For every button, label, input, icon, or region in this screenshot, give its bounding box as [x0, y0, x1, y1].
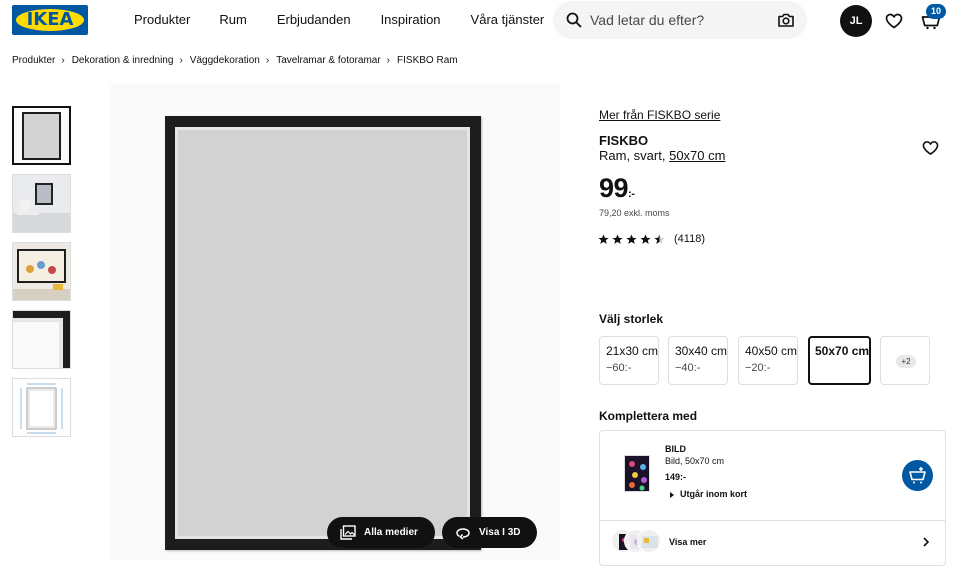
nav-erbjudanden[interactable]: Erbjudanden	[277, 12, 351, 28]
size-label: 40x50 cm	[745, 344, 798, 358]
header: IKEA Produkter Rum Erbjudanden Inspirati…	[0, 0, 960, 42]
frame-corner-image	[13, 311, 70, 368]
size-price-diff: −60:-	[606, 362, 632, 374]
product-name: FISKBO	[599, 133, 649, 148]
poster-image[interactable]	[624, 455, 650, 492]
nav-inspiration[interactable]: Inspiration	[381, 12, 441, 28]
price-value: 99	[599, 173, 629, 203]
nav-produkter[interactable]: Produkter	[134, 12, 190, 28]
caret-right-icon	[670, 491, 674, 498]
more-sizes-button[interactable]: +2	[880, 336, 930, 385]
size-label: 30x40 cm	[675, 344, 728, 358]
all-media-label: Alla medier	[364, 527, 418, 538]
availability-text: Utgår inom kort	[680, 489, 748, 499]
size-title: Välj storlek	[599, 312, 664, 326]
frame-image	[165, 116, 481, 550]
size-price-diff: −20:-	[745, 362, 771, 374]
star-half-icon	[654, 233, 665, 244]
card-divider	[600, 520, 945, 521]
main-product-image[interactable]	[110, 84, 560, 560]
show-more-link[interactable]: Visa mer	[669, 537, 706, 548]
poster-art	[625, 456, 649, 491]
size-option-30x40[interactable]: 30x40 cm −40:-	[668, 336, 728, 385]
complement-item-desc: Bild, 50x70 cm	[665, 456, 725, 466]
star-full-icon	[626, 233, 637, 244]
rotate-3d-icon	[456, 527, 470, 540]
breadcrumb-current: FISKBO Ram	[397, 55, 458, 66]
complement-title: Komplettera med	[599, 409, 698, 423]
avatar[interactable]: JL	[840, 5, 872, 37]
chevron-right-icon: ›	[386, 55, 391, 66]
breadcrumb-produkter[interactable]: Produkter	[12, 55, 55, 67]
star-full-icon	[640, 233, 651, 244]
dimensions-drawing-image	[13, 379, 70, 436]
ikea-logo[interactable]: IKEA	[12, 5, 88, 35]
breadcrumb: Produkter › Dekoration & inredning › Väg…	[12, 55, 458, 67]
chevron-right-icon: ›	[265, 55, 270, 66]
frame-glass	[178, 130, 467, 536]
size-label: 21x30 cm	[606, 344, 659, 358]
media-gallery-icon	[340, 525, 356, 540]
complement-item-name[interactable]: BILD	[665, 444, 686, 455]
thumbnail-1[interactable]	[12, 106, 71, 165]
breadcrumb-dekoration[interactable]: Dekoration & inredning	[72, 55, 174, 67]
search-bar[interactable]: Vad letar du efter?	[553, 1, 807, 39]
favorites-heart-icon[interactable]	[885, 12, 903, 30]
product-description: Ram, svart, 50x70 cm	[599, 148, 725, 164]
complement-card: BILD Bild, 50x70 cm 149:- Utgår inom kor…	[599, 430, 946, 566]
size-label: 50x70 cm	[815, 344, 870, 358]
chevron-right-icon: ›	[179, 55, 183, 66]
chevron-right-icon[interactable]	[922, 537, 930, 547]
price-excl-vat: 79,20 exkl. moms	[599, 208, 670, 218]
rating-stars[interactable]: (4118)	[598, 232, 705, 246]
cart-count-badge: 10	[926, 4, 946, 19]
nav-rum[interactable]: Rum	[219, 12, 246, 28]
breadcrumb-tavelramar[interactable]: Tavelramar & fotoramar	[276, 55, 380, 67]
more-sizes-count: +2	[896, 355, 916, 368]
frame-mat	[175, 127, 470, 539]
star-full-icon	[598, 233, 609, 244]
frame-front-image	[14, 108, 69, 163]
add-to-cart-button[interactable]	[902, 460, 933, 491]
main-nav: Produkter Rum Erbjudanden Inspiration Vå…	[134, 12, 574, 28]
star-full-icon	[612, 233, 623, 244]
nav-vara-tjanster[interactable]: Våra tjänster	[471, 12, 545, 28]
breadcrumb-vaggdekoration[interactable]: Väggdekoration	[190, 55, 260, 67]
series-link[interactable]: Mer från FISKBO serie	[599, 108, 720, 122]
chevron-right-icon: ›	[61, 55, 65, 66]
product-size-link[interactable]: 50x70 cm	[669, 148, 725, 163]
related-thumbnails	[611, 529, 663, 555]
price-suffix: :-	[628, 188, 635, 200]
logo-text: IKEA	[26, 9, 74, 30]
price: 99:-	[599, 172, 635, 204]
complement-item-price: 149:-	[665, 472, 687, 482]
cart-plus-icon	[909, 467, 926, 484]
size-price-diff: −40:-	[675, 362, 701, 374]
size-option-21x30[interactable]: 21x30 cm −60:-	[599, 336, 659, 385]
related-thumb-3	[637, 529, 661, 553]
product-desc-prefix: Ram, svart,	[599, 148, 666, 163]
camera-icon[interactable]	[777, 11, 795, 29]
search-icon	[566, 12, 582, 28]
thumbnail-3[interactable]	[12, 242, 71, 301]
size-option-40x50[interactable]: 40x50 cm −20:-	[738, 336, 798, 385]
add-to-favorites-heart-icon[interactable]	[922, 140, 939, 156]
thumbnail-4[interactable]	[12, 310, 71, 369]
rating-count: (4118)	[674, 233, 705, 245]
view-3d-button[interactable]: Visa I 3D	[442, 517, 537, 548]
room-lifestyle-image	[13, 175, 70, 232]
search-input[interactable]: Vad letar du efter?	[590, 12, 704, 28]
availability-toggle[interactable]: Utgår inom kort	[670, 489, 747, 500]
view-3d-label: Visa I 3D	[479, 527, 521, 538]
thumbnail-2[interactable]	[12, 174, 71, 233]
size-option-50x70-selected[interactable]: 50x70 cm	[808, 336, 871, 385]
art-frame-image	[13, 243, 70, 300]
thumbnail-5[interactable]	[12, 378, 71, 437]
all-media-button[interactable]: Alla medier	[327, 517, 435, 548]
